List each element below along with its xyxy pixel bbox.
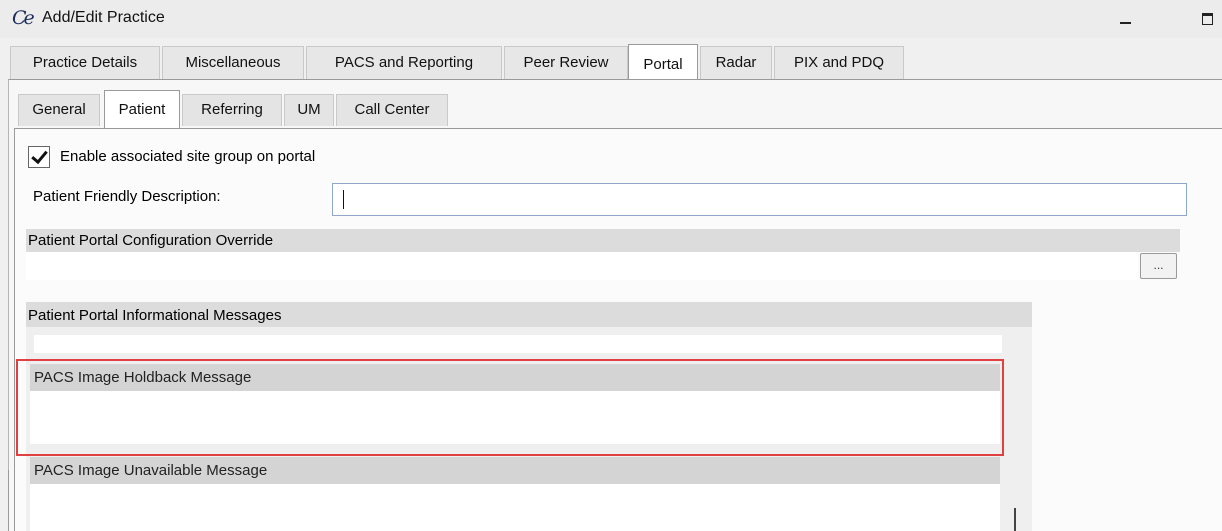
unavailable-message-field[interactable] (30, 484, 1000, 531)
informational-messages-header: Patient Portal Informational Messages (26, 302, 1032, 327)
tab-portal[interactable]: Portal (628, 44, 698, 82)
ce-logo-icon: Ce (12, 7, 35, 29)
text-caret (343, 190, 344, 209)
tab-general[interactable]: General (18, 94, 100, 126)
tab-label: Call Center (354, 101, 430, 118)
tab-pix-and-pdq[interactable]: PIX and PDQ (774, 46, 904, 80)
panel-border (8, 470, 9, 531)
tab-label: Peer Review (523, 54, 609, 71)
friendly-description-label: Patient Friendly Description: (33, 188, 221, 205)
tab-call-center[interactable]: Call Center (336, 94, 448, 126)
enable-site-group-label: Enable associated site group on portal (60, 148, 316, 165)
window-title: Add/Edit Practice (42, 9, 165, 26)
unavailable-message-header: PACS Image Unavailable Message (30, 457, 1000, 484)
config-override-browse-button[interactable]: ... (1140, 253, 1177, 279)
tab-patient[interactable]: Patient (104, 90, 180, 130)
tab-label: Patient (118, 101, 166, 118)
enable-site-group-checkbox[interactable] (28, 146, 50, 168)
tab-miscellaneous[interactable]: Miscellaneous (162, 46, 304, 80)
tab-label: PACS and Reporting (334, 54, 474, 71)
tab-label: Miscellaneous (185, 54, 281, 71)
tab-label: PIX and PDQ (793, 54, 885, 71)
tab-label: General (32, 101, 86, 118)
config-override-header: Patient Portal Configuration Override (26, 229, 1180, 252)
outer-tab-strip: Practice Details Miscellaneous PACS and … (10, 44, 1222, 82)
tab-peer-review[interactable]: Peer Review (504, 46, 628, 80)
tab-label: Referring (201, 101, 263, 118)
tab-practice-details[interactable]: Practice Details (10, 46, 160, 80)
highlight-box (16, 359, 1004, 456)
text-caret (1014, 508, 1016, 531)
tab-um[interactable]: UM (284, 94, 334, 126)
tab-pacs-and-reporting[interactable]: PACS and Reporting (306, 46, 502, 80)
maximize-button[interactable] (1196, 6, 1220, 30)
tab-label: UM (297, 101, 321, 118)
tab-referring[interactable]: Referring (182, 94, 282, 126)
friendly-description-input[interactable] (332, 183, 1187, 216)
informational-message-field[interactable] (34, 335, 1002, 353)
tab-radar[interactable]: Radar (700, 46, 772, 80)
title-bar: Ce Add/Edit Practice (0, 0, 1222, 38)
minimize-button[interactable] (1114, 6, 1138, 30)
tab-label: Radar (715, 54, 757, 71)
tab-label: Practice Details (32, 54, 138, 71)
config-override-field[interactable] (26, 252, 1138, 280)
